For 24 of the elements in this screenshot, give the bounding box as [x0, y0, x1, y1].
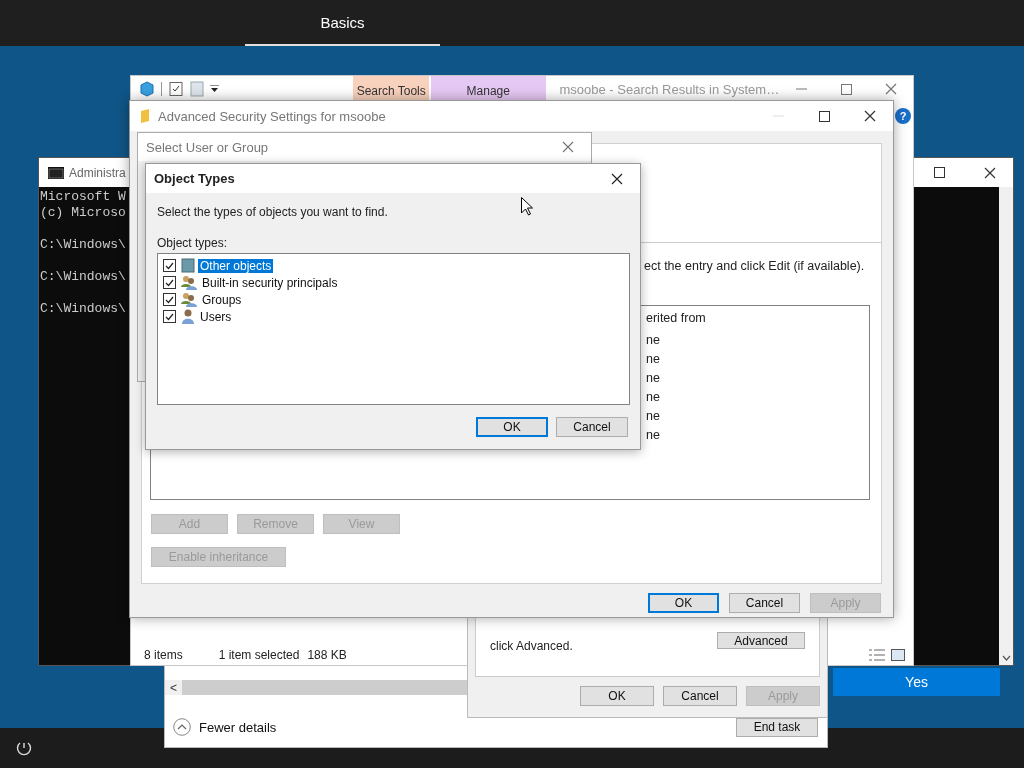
window-title: Administra [69, 165, 126, 180]
status-text: 8 items [144, 647, 183, 662]
list-cell-text: ne [646, 333, 660, 349]
list-label: Object types: [157, 236, 228, 250]
list-cell-text: ne [646, 371, 660, 387]
instruction-text: Select the types of objects you want to find. [157, 205, 388, 219]
column-header: erited from [646, 311, 706, 327]
list-cell-text: ne [646, 390, 660, 406]
window-title: Advanced Security Settings for msoobe [158, 108, 387, 124]
window-title: Select User or Group [146, 139, 270, 155]
console-line: C:\Windows\ [40, 237, 126, 253]
console-line: C:\Windows\ [40, 269, 126, 285]
advanced-note: click Advanced. [490, 639, 573, 653]
instruction-text: ect the entry and click Edit (if available). [644, 259, 865, 273]
list-cell-text: ne [646, 409, 660, 425]
list-cell-text: ne [646, 352, 660, 368]
list-cell-text: ne [646, 428, 660, 444]
status-text: 188 KB [307, 647, 347, 662]
console-line: C:\Windows\ [40, 301, 126, 317]
console-line: Microsoft W [40, 189, 126, 205]
console-line: (c) Microso [40, 205, 126, 221]
window-title: Object Types [154, 171, 236, 186]
status-text: 1 item selected [218, 647, 300, 662]
window-title: msoobe - Search Results in System… [559, 81, 780, 97]
